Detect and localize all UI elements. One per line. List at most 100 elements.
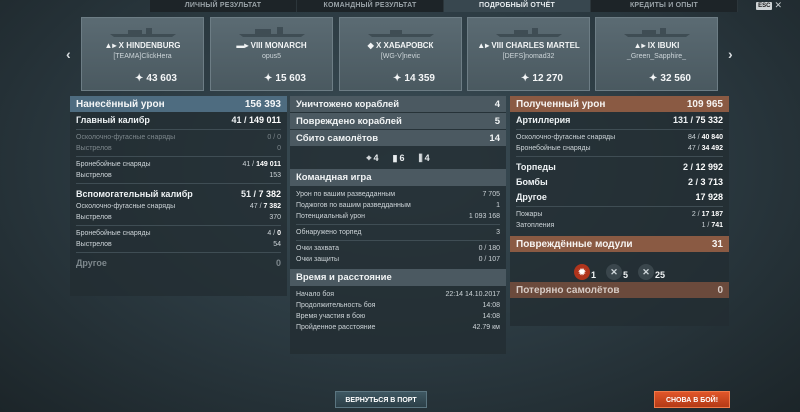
- player-name: [TEAMA]ClickHera: [113, 53, 172, 60]
- ship-name: ▬▸ VIII MONARCH: [236, 41, 307, 50]
- divider: [76, 129, 281, 130]
- main-battery-row: Главный калибр 41 / 149 011: [76, 114, 281, 125]
- cruiser-icon: ▲▸: [477, 41, 492, 50]
- carousel-prev-arrow-icon[interactable]: ‹: [66, 46, 71, 62]
- tab-personal-result[interactable]: ЛИЧНЫЙ РЕЗУЛЬТАТ: [150, 0, 297, 12]
- team-row: Потенциальный урон 1 093 168: [296, 213, 500, 220]
- wrench-icon: ✕: [605, 264, 622, 280]
- planes-shot-down-row: Сбито самолётов 14: [290, 130, 506, 146]
- shells-icon: ⫼: [418, 152, 423, 163]
- ship-damage: ✦ 12 270: [521, 73, 563, 84]
- bombs-row: Бомбы 2 / 3 713: [516, 176, 723, 187]
- secondary-battery-row: Вспомогательный калибр 51 / 7 382: [76, 188, 281, 199]
- battle-again-button[interactable]: СНОВА В БОЙ!: [654, 391, 730, 408]
- team-row: Очки защиты 0 / 107: [296, 256, 500, 263]
- floods-row: Затопления 1 / 741: [516, 222, 723, 229]
- divider: [76, 252, 281, 253]
- damage-icon: ✦: [135, 73, 144, 84]
- ship-card[interactable]: ▬▸ VIII MONARCH opus5 ✦ 15 603: [210, 17, 333, 91]
- secondary-ap-row: Бронебойные снаряды 4 / 0: [76, 230, 281, 237]
- team-row: Урон по вашим разведданным 7 705: [296, 191, 500, 198]
- received-ap-row: Бронебойные снаряды 47 / 34 492: [516, 145, 723, 152]
- secondary-ap-shots-row: Выстрелов 54: [76, 241, 281, 248]
- ship-damage: ✦ 32 560: [649, 73, 691, 84]
- ship-card[interactable]: ▲▸ X HINDENBURG [TEAMA]ClickHera ✦ 43 603: [81, 17, 204, 91]
- divider: [76, 225, 281, 226]
- ship-card[interactable]: ▲▸ IX IBUKI _Green_Sapphire_ ✦ 32 560: [595, 17, 718, 91]
- ship-name: ◆ X ХАБАРОВСК: [367, 41, 434, 50]
- team-row: Очки захвата 0 / 180: [296, 245, 500, 252]
- divider: [516, 206, 723, 207]
- damage-icon: ✦: [649, 73, 658, 84]
- divider: [516, 129, 723, 130]
- ribbon-secondary: ⫼ 4: [418, 152, 430, 164]
- cruiser-icon: ▲▸: [633, 41, 648, 50]
- crosshair-icon: ⌖: [366, 152, 372, 163]
- modules-icons: ✹ 1 ✕ 5 ✕ 25: [510, 252, 729, 282]
- main-he-shots-row: Выстрелов 0: [76, 145, 281, 152]
- ships-damaged-row: Повреждено кораблей 5: [290, 113, 506, 129]
- player-name: [WG-V]nevic: [380, 53, 421, 60]
- ship-silhouette-icon: [239, 27, 305, 37]
- damage-received-header: Полученный урон 109 965: [510, 96, 729, 112]
- team-play-header: Командная игра: [290, 169, 506, 186]
- ship-card[interactable]: ◆ X ХАБАРОВСК [WG-V]nevic ✦ 14 359: [339, 17, 462, 91]
- ship-silhouette-icon: [110, 28, 176, 37]
- ribbons-row: ⌖ 4 ▮ 6 ⫼ 4: [290, 147, 506, 169]
- damage-received-panel: Полученный урон 109 965 Артиллерия 131 / 7…: [510, 96, 729, 326]
- fires-row: Пожары 2 / 17 187: [516, 211, 723, 218]
- module-fire: ✹ 1: [573, 264, 596, 280]
- close-icon[interactable]: ✕: [774, 1, 782, 10]
- ship-silhouette-icon: [624, 28, 690, 37]
- ship-silhouette-icon: [368, 30, 434, 37]
- team-row: Поджогов по вашим разведданным 1: [296, 202, 500, 209]
- module-turret: ✕ 25: [638, 264, 665, 280]
- tab-team-result[interactable]: КОМАНДНЫЙ РЕЗУЛЬТАТ: [297, 0, 444, 12]
- damage-dealt-header: Нанесённый урон 156 393: [70, 96, 287, 112]
- esc-key-hint: ESC: [756, 1, 773, 10]
- ship-damage: ✦ 15 603: [264, 73, 306, 84]
- received-he-row: Осколочно-фугасные снаряды 84 / 40 840: [516, 134, 723, 141]
- ship-silhouette-icon: [496, 28, 562, 37]
- ship-name: ▲▸ IX IBUKI: [633, 41, 680, 50]
- ship-name: ▲▸ X HINDENBURG: [104, 41, 181, 50]
- turret-icon: ✕: [638, 264, 654, 280]
- ship-damage: ✦ 14 359: [393, 73, 435, 84]
- cruiser-icon: ▲▸: [104, 41, 119, 50]
- secondary-he-shots-row: Выстрелов 370: [76, 214, 281, 221]
- team-row: Обнаружено торпед 3: [296, 229, 500, 236]
- shell-icon: ▮: [392, 152, 398, 163]
- battleship-icon: ▬▸: [236, 41, 251, 50]
- ribbon-shell: ▮ 6: [392, 152, 405, 164]
- damage-icon: ✦: [521, 73, 530, 84]
- carousel-next-arrow-icon[interactable]: ›: [728, 46, 733, 62]
- divider: [516, 156, 723, 157]
- module-rudder: ✕ 5: [605, 264, 628, 280]
- divider: [76, 156, 281, 157]
- ships-destroyed-row: Уничтожено кораблей 4: [290, 96, 506, 112]
- time-row: Пройденное расстояние 42.79 км: [296, 324, 500, 331]
- close-control[interactable]: ESC ✕: [756, 1, 782, 10]
- damage-icon: ✦: [264, 73, 273, 84]
- destroyer-icon: ◆: [367, 41, 376, 50]
- tab-credits-xp[interactable]: КРЕДИТЫ И ОПЫТ: [591, 0, 738, 12]
- artillery-row: Артиллерия 131 / 75 332: [516, 114, 723, 125]
- time-row: Продолжительность боя 14:08: [296, 302, 500, 309]
- time-row: Начало боя 22:14 14.10.2017: [296, 291, 500, 298]
- other-damage-row: Другое 0: [76, 257, 281, 268]
- divider: [76, 183, 281, 184]
- ship-card[interactable]: ▲▸ VIII CHARLES MARTEL [DEFS]nomad32 ✦ 12…: [467, 17, 590, 91]
- return-to-port-button[interactable]: ВЕРНУТЬСЯ В ПОРТ: [335, 391, 427, 408]
- damage-dealt-panel: Нанесённый урон 156 393 Главный калибр 41 …: [70, 96, 287, 296]
- ship-name: ▲▸ VIII CHARLES MARTEL: [477, 41, 580, 50]
- main-ap-row: Бронебойные снаряды 41 / 149 011: [76, 161, 281, 168]
- planes-lost-row: Потеряно самолётов 0: [510, 282, 729, 298]
- battle-summary-panel: Уничтожено кораблей 4 Повреждено кораблей…: [290, 96, 506, 354]
- player-name: _Green_Sapphire_: [626, 53, 687, 60]
- main-he-row: Осколочно-фугасные снаряды 0 / 0: [76, 134, 281, 141]
- tab-detailed-report[interactable]: ПОДРОБНЫЙ ОТЧЁТ: [444, 0, 591, 12]
- damaged-modules-header: Повреждённые модули 31: [510, 236, 729, 252]
- time-row: Время участия в бою 14:08: [296, 313, 500, 320]
- divider: [296, 240, 500, 241]
- main-ap-shots-row: Выстрелов 153: [76, 172, 281, 179]
